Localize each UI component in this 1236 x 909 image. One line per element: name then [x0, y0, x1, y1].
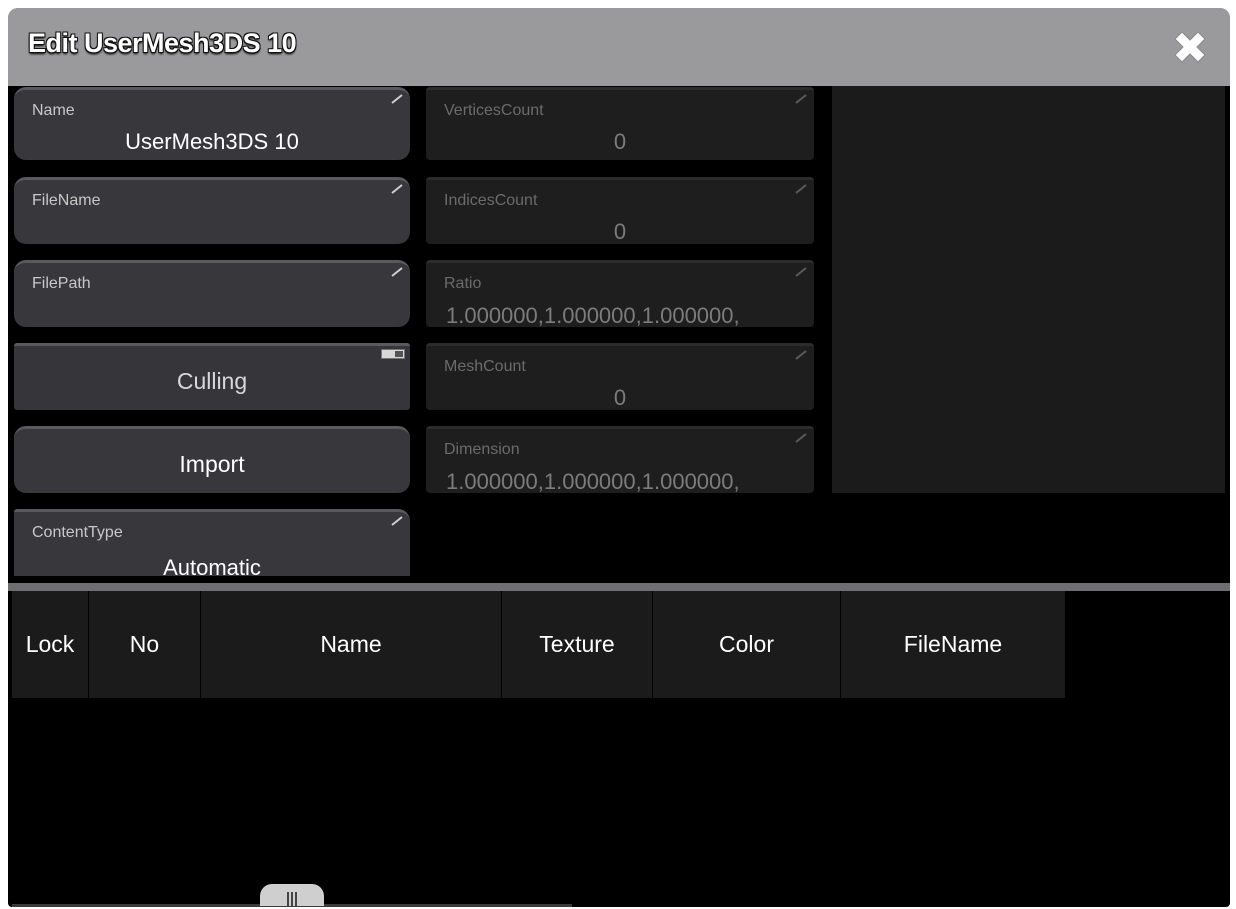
properties-area: Name UserMesh3DS 10 FileName FilePath Cu… — [12, 86, 1225, 583]
ratio-field: Ratio 1.000000,1.000000,1.000000, — [426, 260, 814, 327]
indices-count-field: IndicesCount 0 — [426, 177, 814, 244]
dialog-body: Name UserMesh3DS 10 FileName FilePath Cu… — [8, 86, 1230, 907]
import-button[interactable]: Import — [14, 426, 410, 493]
pencil-corner-icon — [391, 267, 403, 277]
ratio-value: 1.000000,1.000000,1.000000, — [446, 303, 740, 327]
import-label: Import — [179, 451, 245, 477]
contenttype-label: ContentType — [32, 524, 123, 541]
mesh-count-field: MeshCount 0 — [426, 343, 814, 410]
contenttype-value: Automatic — [163, 555, 261, 576]
name-label: Name — [32, 102, 75, 119]
grid-header: Lock No Name Texture Color FileName — [12, 591, 1066, 698]
contenttype-field[interactable]: ContentType Automatic — [14, 509, 410, 576]
name-value: UserMesh3DS 10 — [125, 129, 299, 154]
name-field[interactable]: Name UserMesh3DS 10 — [14, 87, 410, 160]
dimension-label: Dimension — [444, 441, 520, 458]
splitter[interactable] — [8, 583, 1230, 591]
column-header-color[interactable]: Color — [653, 591, 841, 698]
culling-label: Culling — [176, 368, 248, 394]
pencil-corner-icon — [391, 94, 403, 104]
vertices-count-label: VerticesCount — [444, 102, 544, 119]
filename-label: FileName — [32, 192, 101, 209]
column-header-no[interactable]: No — [89, 591, 201, 698]
vertices-count-value: 0 — [613, 129, 627, 154]
column-header-lock[interactable]: Lock — [12, 591, 89, 698]
dimension-field: Dimension 1.000000,1.000000,1.000000, — [426, 426, 814, 493]
mesh-count-label: MeshCount — [444, 358, 526, 375]
column-header-name[interactable]: Name — [201, 591, 502, 698]
ratio-label: Ratio — [444, 275, 482, 292]
column-header-filename[interactable]: FileName — [841, 591, 1066, 698]
pencil-corner-icon — [391, 516, 403, 526]
pencil-corner-icon — [795, 350, 807, 360]
filepath-field[interactable]: FilePath — [14, 260, 410, 327]
title-bar: Edit UserMesh3DS 10 — [8, 8, 1230, 86]
indices-count-value: 0 — [613, 219, 627, 244]
close-icon[interactable] — [1171, 28, 1209, 66]
vertices-count-field: VerticesCount 0 — [426, 87, 814, 160]
pencil-corner-icon — [795, 94, 807, 104]
pencil-corner-icon — [795, 184, 807, 194]
pencil-corner-icon — [795, 267, 807, 277]
indices-count-label: IndicesCount — [444, 192, 538, 209]
preview-area — [832, 86, 1225, 493]
edit-dialog: Edit UserMesh3DS 10 Name UserMesh3DS 10 … — [8, 8, 1230, 907]
filepath-label: FilePath — [32, 275, 91, 292]
pencil-corner-icon — [391, 184, 403, 194]
pencil-corner-icon — [795, 433, 807, 443]
resize-handle-icon[interactable] — [260, 884, 324, 906]
filename-field[interactable]: FileName — [14, 177, 410, 244]
toggle-icon — [381, 349, 405, 359]
mesh-grid: Lock No Name Texture Color FileName — [12, 591, 1225, 907]
mesh-count-value: 0 — [613, 385, 627, 410]
column-header-texture[interactable]: Texture — [502, 591, 653, 698]
culling-toggle[interactable]: Culling — [14, 343, 410, 410]
dialog-title: Edit UserMesh3DS 10 — [28, 28, 297, 58]
dimension-value: 1.000000,1.000000,1.000000, — [446, 469, 740, 493]
